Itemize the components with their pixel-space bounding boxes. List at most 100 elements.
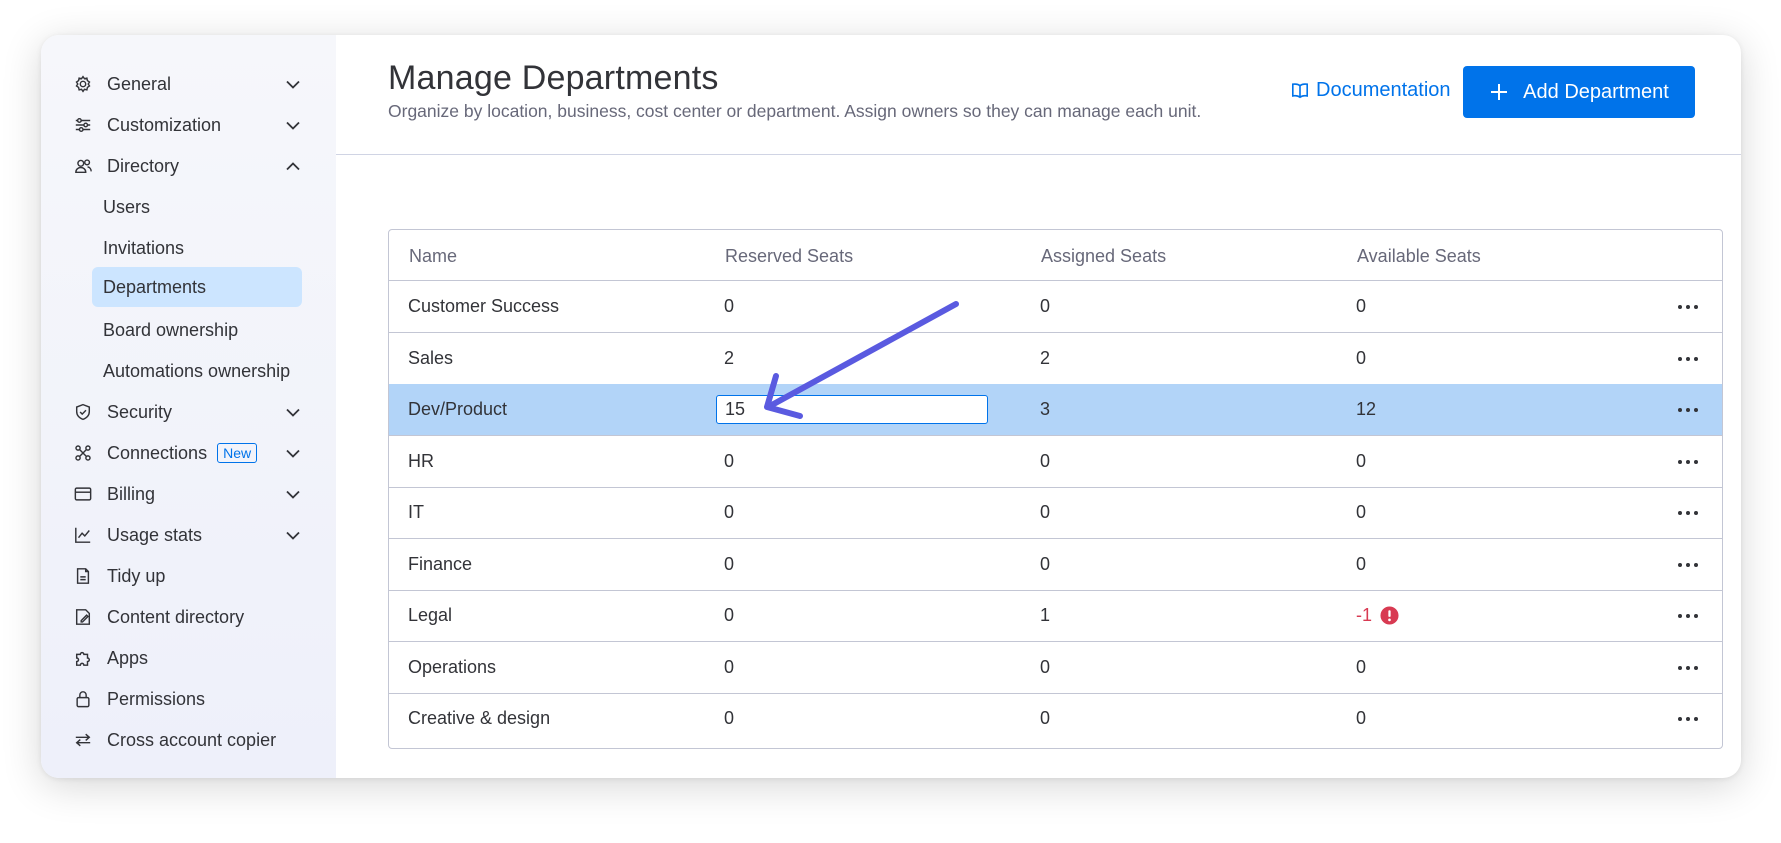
table-row-selected[interactable]: Dev/Product 3 12: [389, 384, 1722, 436]
cell-available-seats: 12: [1356, 399, 1377, 419]
table-row[interactable]: Customer Success 0 0 0: [389, 281, 1722, 333]
cell-available-seats: 0: [1356, 657, 1367, 677]
sidebar-item-label: General: [107, 73, 172, 94]
sidebar-item-label: Permissions: [107, 688, 206, 709]
cell-reserved-seats[interactable]: 0: [724, 605, 734, 626]
more-options-icon[interactable]: [1676, 606, 1700, 626]
book-icon: [1291, 82, 1309, 99]
chevron-down-icon[interactable]: [283, 115, 303, 135]
cell-available-seats: 0: [1356, 348, 1367, 368]
more-options-icon[interactable]: [1676, 709, 1700, 729]
more-options-icon[interactable]: [1676, 503, 1700, 523]
sidebar-item-directory[interactable]: Directory: [73, 146, 313, 186]
sidebar-subitem-board-ownership[interactable]: Board ownership: [92, 310, 302, 350]
sidebar-subitem-label: Invitations: [103, 237, 185, 258]
cell-assigned-seats: 0: [1040, 296, 1051, 316]
sidebar-item-label: Cross account copier: [107, 729, 277, 750]
sidebar-item-label: Usage stats: [107, 524, 203, 545]
cell-name: Operations: [408, 657, 497, 677]
table-row[interactable]: Operations 0 0 0: [389, 642, 1722, 694]
sidebar-item-security[interactable]: Security: [73, 392, 313, 432]
chevron-down-icon[interactable]: [283, 74, 303, 94]
sliders-icon: [73, 115, 93, 135]
add-department-button[interactable]: Add Department: [1463, 66, 1695, 118]
reserved-seats-input[interactable]: [716, 395, 988, 424]
plus-icon: [1489, 82, 1509, 102]
chevron-up-icon[interactable]: [283, 156, 303, 176]
chevron-down-icon[interactable]: [283, 443, 303, 463]
cell-assigned-seats: 3: [1040, 399, 1051, 419]
swap-arrows-icon: [73, 730, 93, 750]
cell-assigned-seats: 0: [1040, 657, 1051, 677]
sidebar-item-label: Directory: [107, 155, 180, 176]
more-options-icon[interactable]: [1676, 555, 1700, 575]
sidebar-subitem-invitations[interactable]: Invitations: [92, 228, 302, 268]
cell-reserved-seats[interactable]: 0: [724, 708, 734, 729]
table-row[interactable]: Sales 2 2 0: [389, 333, 1722, 385]
cell-available-seats: 0: [1356, 502, 1367, 522]
cell-name: Legal: [408, 605, 453, 625]
cell-available-seats: 0: [1356, 296, 1367, 316]
table-row[interactable]: Legal 0 1 -1: [389, 590, 1722, 642]
sidebar-item-general[interactable]: General: [73, 64, 313, 104]
sidebar-subitem-label: Users: [103, 196, 151, 217]
more-options-icon[interactable]: [1676, 452, 1700, 472]
sidebar-subitem-users[interactable]: Users: [92, 187, 302, 227]
cell-assigned-seats: 0: [1040, 451, 1051, 471]
cell-name: IT: [408, 502, 424, 522]
more-options-icon[interactable]: [1676, 297, 1700, 317]
sidebar-item-label: Tidy up: [107, 565, 166, 586]
sidebar-item-customization[interactable]: Customization: [73, 105, 313, 145]
puzzle-icon: [73, 648, 93, 668]
cell-assigned-seats: 1: [1040, 605, 1051, 625]
sidebar-item-label: Security: [107, 401, 173, 422]
gear-icon: [73, 74, 93, 94]
table-row[interactable]: HR 0 0 0: [389, 436, 1722, 488]
cell-assigned-seats: 2: [1040, 348, 1051, 368]
more-options-icon[interactable]: [1676, 658, 1700, 678]
documentation-link-label: Documentation: [1316, 79, 1451, 101]
cell-reserved-seats[interactable]: 2: [724, 348, 734, 369]
cell-reserved-seats[interactable]: 0: [724, 451, 734, 472]
main-content: Manage Departments Organize by location,…: [336, 35, 1741, 778]
sidebar-item-tidy-up[interactable]: Tidy up: [73, 556, 313, 596]
sidebar-item-connections[interactable]: Connections New: [73, 433, 313, 473]
table-row[interactable]: Finance 0 0 0: [389, 539, 1722, 591]
cell-name: Sales: [408, 348, 454, 368]
more-options-icon[interactable]: [1676, 400, 1700, 420]
sidebar-item-permissions[interactable]: Permissions: [73, 679, 313, 719]
table-row[interactable]: IT 0 0 0: [389, 487, 1722, 539]
page-subtitle: Organize by location, business, cost cen…: [388, 101, 1202, 121]
column-header-available-seats: Available Seats: [1357, 246, 1481, 266]
cell-available-seats: 0: [1356, 554, 1367, 574]
table-row[interactable]: Creative & design 0 0 0: [389, 693, 1722, 745]
cell-name: Customer Success: [408, 296, 560, 316]
sidebar-item-label: Connections: [107, 442, 208, 463]
cell-available-seats-warning: -1: [1356, 605, 1399, 626]
cell-reserved-seats[interactable]: 0: [724, 502, 734, 523]
sidebar-subitem-departments[interactable]: Departments: [92, 267, 302, 307]
documentation-link[interactable]: Documentation: [1291, 79, 1451, 102]
sidebar-item-label: Content directory: [107, 606, 245, 627]
chevron-down-icon[interactable]: [283, 525, 303, 545]
chevron-down-icon[interactable]: [283, 402, 303, 422]
sidebar-item-content-directory[interactable]: Content directory: [73, 597, 313, 637]
sidebar-item-usage-stats[interactable]: Usage stats: [73, 515, 313, 555]
cell-reserved-seats[interactable]: 0: [724, 657, 734, 678]
chevron-down-icon[interactable]: [283, 484, 303, 504]
sidebar-item-apps[interactable]: Apps: [73, 638, 313, 678]
alert-icon: [1380, 606, 1399, 625]
cell-reserved-seats[interactable]: 0: [724, 554, 734, 575]
sidebar-item-cross-account-copier[interactable]: Cross account copier: [73, 720, 313, 760]
more-options-icon[interactable]: [1676, 349, 1700, 369]
cell-reserved-seats[interactable]: 0: [724, 296, 734, 317]
table-header: Name Reserved Seats Assigned Seats Avail…: [389, 230, 1722, 281]
departments-table: Name Reserved Seats Assigned Seats Avail…: [388, 229, 1723, 749]
sidebar-subitem-label: Automations ownership: [103, 360, 291, 381]
cell-available-seats: 0: [1356, 708, 1367, 728]
sidebar-subitem-automations-ownership[interactable]: Automations ownership: [92, 351, 302, 391]
sidebar-item-billing[interactable]: Billing: [73, 474, 313, 514]
cell-name: Dev/Product: [408, 399, 508, 419]
column-header-reserved-seats: Reserved Seats: [725, 246, 854, 266]
content-directory-icon: [73, 607, 93, 627]
